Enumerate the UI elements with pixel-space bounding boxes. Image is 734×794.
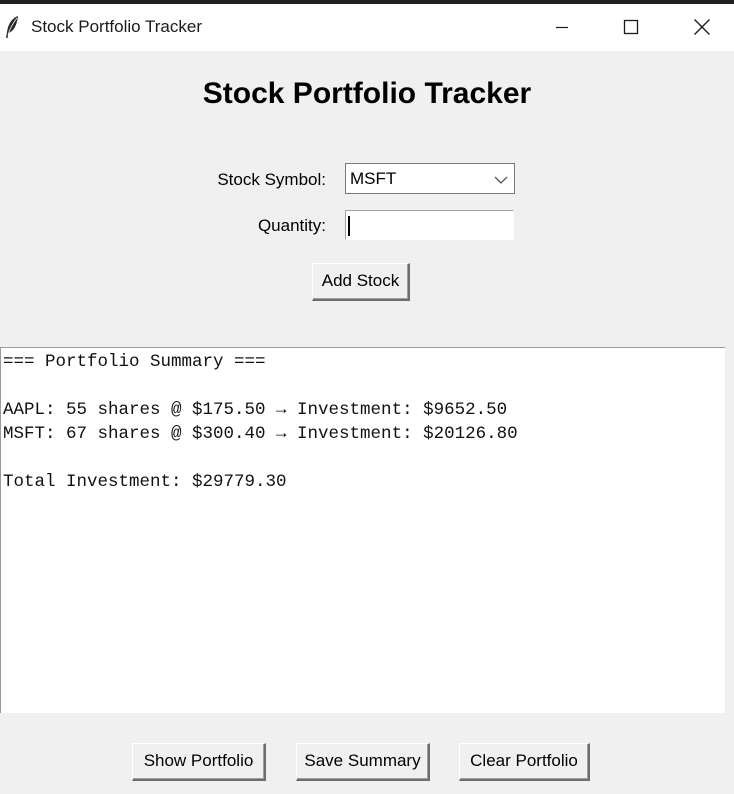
- text-cursor: [348, 216, 350, 236]
- clear-portfolio-button[interactable]: Clear Portfolio: [459, 743, 590, 781]
- page-title: Stock Portfolio Tracker: [202, 77, 532, 110]
- add-stock-button[interactable]: Add Stock: [312, 263, 410, 301]
- portfolio-output-text[interactable]: === Portfolio Summary === AAPL: 55 share…: [0, 347, 725, 713]
- output-line: === Portfolio Summary ===: [3, 352, 266, 372]
- feather-icon: [4, 15, 22, 39]
- title-bar[interactable]: Stock Portfolio Tracker: [0, 4, 734, 51]
- window-title: Stock Portfolio Tracker: [31, 17, 203, 36]
- output-line: Total Investment: $29779.30: [3, 472, 287, 492]
- minimize-icon[interactable]: [528, 4, 596, 50]
- output-line: MSFT: 67 shares @ $300.40 → Investment: …: [3, 424, 518, 444]
- stock-symbol-label: Stock Symbol:: [217, 170, 326, 189]
- maximize-icon[interactable]: [597, 4, 665, 50]
- stock-symbol-value: MSFT: [350, 169, 397, 188]
- save-summary-button[interactable]: Save Summary: [296, 743, 430, 781]
- output-line: AAPL: 55 shares @ $175.50 → Investment: …: [3, 400, 508, 420]
- show-portfolio-button[interactable]: Show Portfolio: [132, 743, 266, 781]
- chevron-down-icon[interactable]: [494, 173, 508, 185]
- stock-symbol-combobox[interactable]: MSFT: [345, 163, 515, 194]
- quantity-field[interactable]: [345, 210, 514, 240]
- close-icon[interactable]: [666, 4, 734, 50]
- quantity-label: Quantity:: [257, 216, 326, 235]
